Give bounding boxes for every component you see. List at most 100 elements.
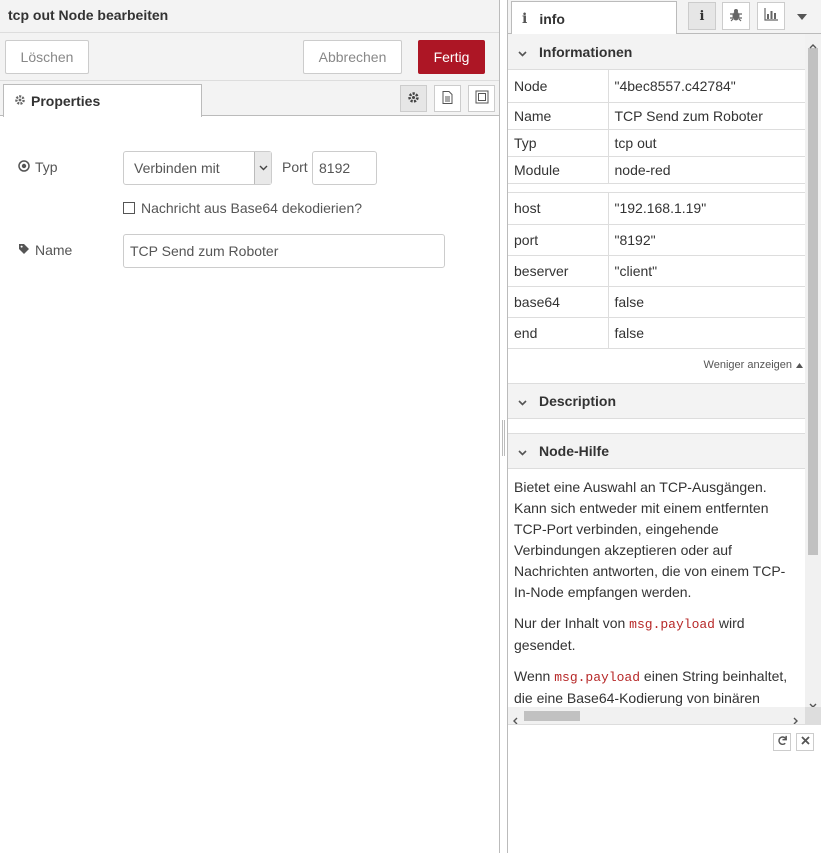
tray-toolbar: Löschen Abbrechen Fertig [0,33,499,81]
prop-key: beserver [508,255,609,287]
tray-title: tcp out Node bearbeiten [0,0,499,33]
base64-checkbox[interactable] [123,202,135,214]
gear-icon [407,91,420,107]
help-code: msg.payload [629,617,715,632]
help-code: msg.payload [554,670,641,685]
info-key: Typ [508,129,609,157]
name-input[interactable] [123,234,445,268]
table-row: Typ tcp out [508,129,805,157]
drag-handle-icon[interactable] [502,420,505,456]
table-row: base64 false [508,286,805,318]
tab-appearance[interactable] [468,85,495,112]
type-select[interactable]: Verbinden mit [123,151,272,185]
tab-description[interactable] [434,85,461,112]
close-button[interactable] [796,733,814,751]
refresh-button[interactable] [773,733,791,751]
help-text: Bietet eine Auswahl an TCP-Ausgängen. Ka… [508,469,805,707]
type-row: Typ [18,159,123,175]
scrollbar-thumb[interactable] [808,48,818,555]
help-section-title: Node-Hilfe [539,443,609,459]
tab-info-button[interactable]: i [688,2,716,30]
chevron-down-icon [518,393,527,409]
gear-icon [14,93,26,109]
prop-value: "8192" [608,224,805,256]
prop-value: "client" [608,255,805,287]
base64-label: Nachricht aus Base64 dekodierien? [141,200,363,216]
chevron-down-icon [518,44,527,60]
prop-key: end [508,317,609,349]
close-icon [800,736,810,748]
table-row: beserver "client" [508,255,805,287]
refresh-icon [777,735,788,749]
table-row: host "192.168.1.19" [508,192,805,225]
info-value: "4bec8557.c42784" [608,70,805,103]
sidebar-splitter[interactable] [500,0,508,853]
tab-info-label: info [539,10,565,27]
scrollbar-corner [805,707,821,724]
table-row: Module node-red [508,156,805,184]
description-section-title: Description [539,393,617,409]
port-label: Port [282,159,308,175]
document-icon [442,90,453,107]
prop-value: "192.168.1.19" [608,192,805,225]
info-key: Node [508,70,609,103]
prop-value: false [608,286,805,318]
base64-row: Nachricht aus Base64 dekodierien? [123,200,362,216]
frame-icon [475,90,489,107]
prop-key: host [508,192,609,225]
port-input[interactable] [312,151,377,185]
tab-properties[interactable]: Properties [3,84,202,117]
edit-tray: tcp out Node bearbeiten Löschen Abbreche… [0,0,500,853]
tab-properties-label: Properties [31,93,101,109]
property-table: host "192.168.1.19" port "8192" beserver… [508,192,805,349]
help-section-header[interactable]: Node-Hilfe [508,433,805,469]
tab-info[interactable]: i info [511,1,677,35]
show-less-link[interactable]: Weniger anzeigen [508,349,805,383]
tab-dashboard[interactable] [757,2,785,30]
table-row: port "8192" [508,224,805,256]
done-button[interactable]: Fertig [418,40,485,74]
tab-debug[interactable] [722,2,750,30]
name-label: Name [35,242,73,258]
chevron-down-icon [254,152,271,184]
caret-down-icon [797,7,807,23]
bar-chart-icon [764,8,778,24]
caret-up-icon [796,359,803,371]
table-row: Name TCP Send zum Roboter [508,102,805,130]
info-section-header[interactable]: Informationen [508,34,805,70]
sidebar-menu-button[interactable] [795,8,809,22]
scrollbar-thumb[interactable] [524,711,580,721]
type-label: Typ [35,159,58,175]
description-section-header[interactable]: Description [508,383,805,419]
info-key: Module [508,156,609,184]
tab-settings[interactable] [400,85,427,112]
help-paragraph: Bietet eine Auswahl an TCP-Ausgängen. Ka… [514,479,786,600]
table-row: Node "4bec8557.c42784" [508,70,805,103]
type-label-wrap: Typ [18,159,123,175]
info-icon: i [522,10,528,27]
editor-tabs: Properties [0,81,499,117]
radio-dot-icon [18,159,30,175]
sidebar-footer [508,724,821,853]
help-text-span: Nur der Inhalt von [514,615,630,631]
info-value: tcp out [608,129,805,157]
prop-key: base64 [508,286,609,318]
info-section-title: Informationen [539,43,633,60]
table-row: end false [508,317,805,349]
info-icon: i [699,8,705,24]
cancel-button[interactable]: Abbrechen [303,40,402,74]
vertical-scrollbar[interactable] [805,34,821,708]
tag-icon [18,242,30,258]
horizontal-scrollbar[interactable] [508,707,805,725]
type-select-value: Verbinden mit [134,160,220,176]
bug-icon [729,8,743,25]
caret-up-icon[interactable] [809,36,817,52]
chevron-down-icon [518,443,527,459]
table-divider [508,183,805,193]
prop-key: port [508,224,609,256]
info-value: node-red [608,156,805,184]
sidebar: i info i Informationen Node "4bec8557.c4… [508,0,821,853]
delete-button[interactable]: Löschen [5,40,89,74]
sidebar-tabs: i info i [508,0,821,35]
